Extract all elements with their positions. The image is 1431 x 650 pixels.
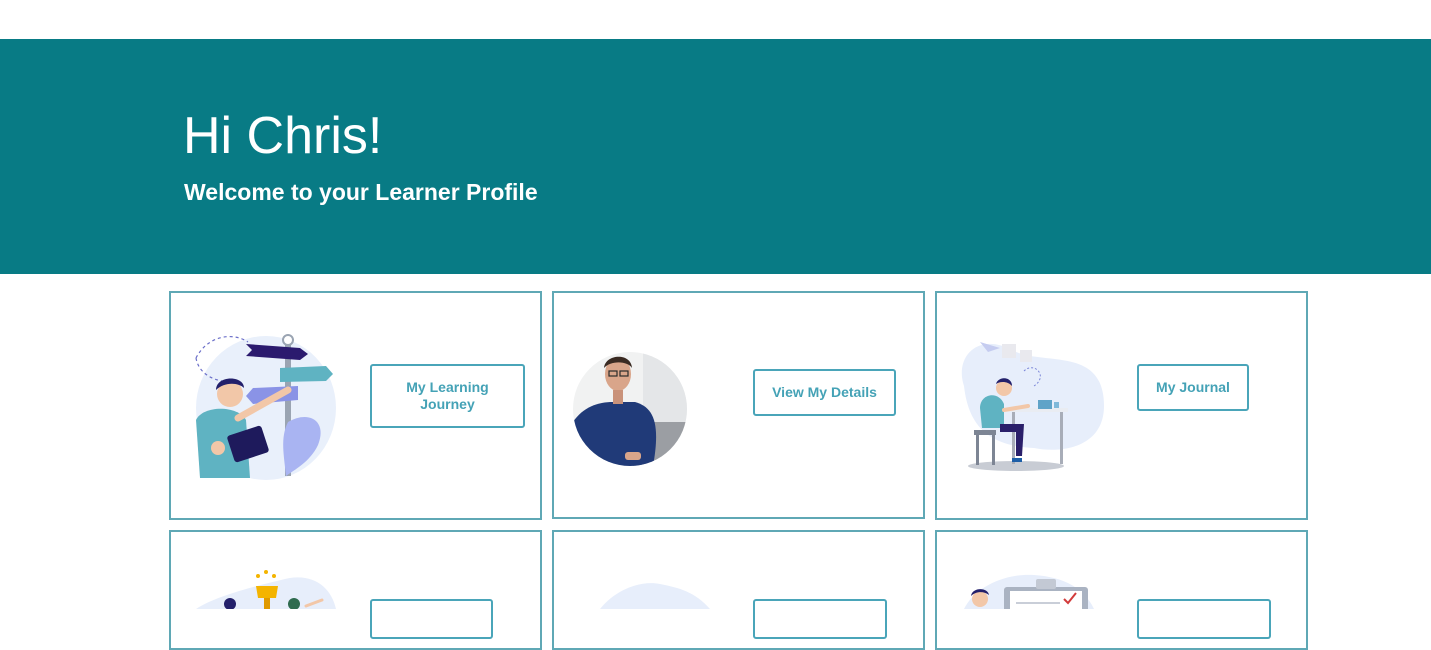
view-my-details-button[interactable]: View My Details [753,369,896,416]
my-learning-journey-button[interactable]: My Learning Journey [370,364,525,428]
achievements-button[interactable] [370,599,493,639]
clipboard-illustration [964,574,1094,609]
trophy-team-illustration [196,570,336,609]
blob-illustration [600,583,710,609]
resources-button[interactable] [753,599,887,639]
page-subtitle: Welcome to your Learner Profile [184,179,538,205]
assessments-button[interactable] [1137,599,1271,639]
profile-photo [573,352,687,466]
signpost-illustration [195,334,336,480]
my-journal-button[interactable]: My Journal [1137,364,1249,411]
page-title: Hi Chris! [183,107,383,165]
desk-writing-illustration [961,342,1104,471]
